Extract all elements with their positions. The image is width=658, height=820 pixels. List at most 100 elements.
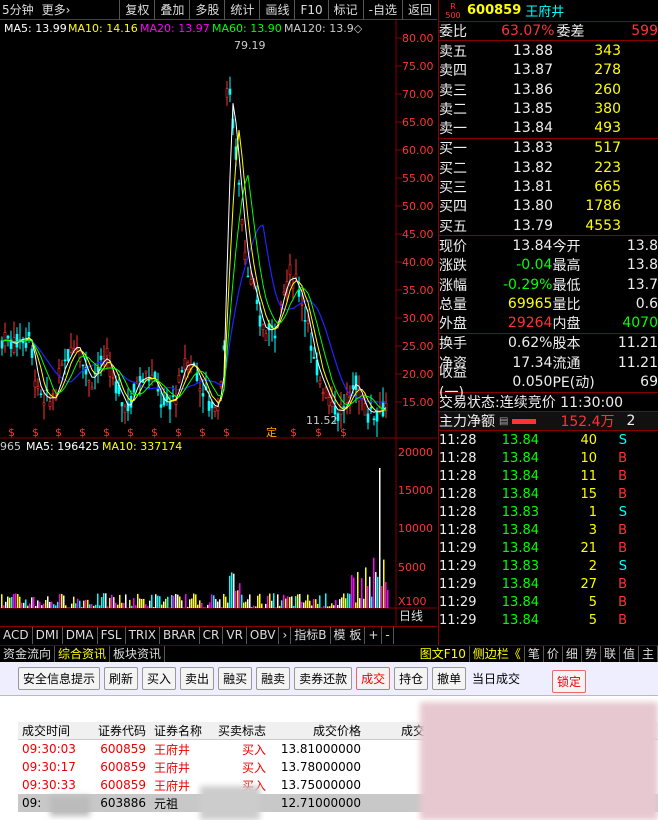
candle-body [207,400,211,411]
panel-tab-4[interactable]: 细 [563,646,582,662]
panel-tab-6[interactable]: 联 [601,646,620,662]
candle-body [342,406,346,409]
indicator-tab-12[interactable]: + [365,627,383,644]
lock-button[interactable]: 锁定 [552,670,587,693]
table-header-cell[interactable]: 证券代码 [84,722,146,739]
toolbar-btn-2[interactable]: 多股 [189,0,224,20]
indicator-tab-7[interactable]: VR [223,627,247,644]
stat-value: 13.84 [512,237,553,254]
toolbar-btn-0[interactable]: 复权 [119,0,154,20]
volume-bar [121,602,123,608]
candle-body [372,418,376,421]
tick-row: 11:29 13.84 5 B [439,611,658,629]
more-button[interactable]: 更多› [42,1,71,18]
trade-btn-4[interactable]: 融买 [218,667,253,690]
trade-status-value: 连续竞价 11:30:00 [499,394,624,411]
trade-btn-8[interactable]: 持仓 [394,667,429,690]
volume-bar [133,598,135,608]
indicator-tab-8[interactable]: OBV [247,627,280,644]
indicator-tab-2[interactable]: DMA [63,627,98,644]
trade-btn-7[interactable]: 成交 [356,667,391,690]
volume-bar [61,594,63,608]
volume-bar [315,599,317,608]
table-cell-price: 13.78000000 [280,760,361,774]
ask-price: 13.86 [512,81,553,98]
volume-bar [25,599,27,608]
indicator-tab-4[interactable]: TRIX [126,627,161,644]
panel-tab-1[interactable]: 侧边栏《 [470,646,525,662]
toolbar-btn-8[interactable]: 返回 [401,0,437,20]
toolbar-btn-1[interactable]: 叠加 [154,0,189,20]
trade-btn-3[interactable]: 卖出 [180,667,215,690]
candle-body [198,388,202,392]
volume-bar [305,600,307,608]
toolbar-btn-5[interactable]: F10 [294,0,327,20]
candle-body [78,350,82,362]
table-header-cell[interactable]: 买卖标志 [206,722,266,739]
indicator-tab-3[interactable]: FSL [98,627,126,644]
panel-tab-8[interactable]: 主 [639,646,658,662]
panel-tab-5[interactable]: 势 [582,646,601,662]
toolbar-btn-6[interactable]: 标记 [327,0,363,20]
trade-btn-6[interactable]: 卖券还款 [294,667,353,690]
info-tab-0[interactable]: 资金流向 [0,646,56,662]
volume-bar [65,605,67,608]
tick-row: 11:28 13.84 3 B [439,521,658,539]
volume-bar [353,577,355,608]
volume-bar [361,578,363,608]
stat-label: 涨跌 [439,258,467,275]
indicator-tab-0[interactable]: ACD [0,627,33,644]
indicator-tab-9[interactable]: › [279,627,292,644]
panel-tab-2[interactable]: 笔 [525,646,544,662]
panel-tab-0[interactable]: 图文F10 [417,646,470,662]
trade-btn-1[interactable]: 刷新 [104,667,139,690]
table-header-cell[interactable]: 成交时间 [18,722,84,739]
trade-btn-2[interactable]: 买入 [142,667,177,690]
volume-bar [363,598,365,608]
volume-bar [279,605,281,608]
price-axis-label: 40.00 [402,256,434,269]
candle-body [330,401,334,407]
indicator-tab-11[interactable]: 模 板 [331,627,366,644]
event-marker: $ [103,426,110,439]
stat2-label-2: 股本 [552,336,581,353]
price-axis-label: 80.00 [402,32,434,45]
trade-btn-0[interactable]: 安全信息提示 [18,667,101,690]
volume-bar [103,593,105,608]
toolbar-btn-3[interactable]: 统计 [224,0,259,20]
kline-chart[interactable]: 80.00 75.00 70.00 65.00 60.00 55.00 50.00 45.00… [0,20,437,640]
tick-side: S [618,432,627,448]
indicator-tab-1[interactable]: DMI [33,627,63,644]
trade-btn-9[interactable]: 撤单 [432,667,467,690]
stat2-label: 换手 [439,336,467,353]
info-tab-2[interactable]: 板块资讯 [110,646,166,662]
volume-bar [119,594,121,608]
ask-volume: 493 [594,120,621,137]
indicator-tab-10[interactable]: 指标B [291,627,331,644]
stat2-row: 换手 0.62% 股本 11.21 [439,334,658,353]
day-label[interactable]: 日线 [399,609,423,623]
info-tab-1[interactable]: 综合资讯 [55,646,111,662]
menu-icon[interactable]: ▤ [499,416,508,427]
toolbar-btn-7[interactable]: -自选 [362,0,402,20]
trade-btn-5[interactable]: 融卖 [256,667,291,690]
indicator-tab-5[interactable]: BRAR [160,627,200,644]
panel-tab-3[interactable]: 价 [544,646,563,662]
table-header-cell[interactable]: 证券名称 [146,722,206,739]
panel-tab-7[interactable]: 值 [620,646,639,662]
volume-bar [341,597,343,608]
candle-body [6,335,10,339]
stat2-value: 0.050 [512,373,553,390]
candle-body [264,333,268,342]
interval-label[interactable]: 5分钟 [2,1,34,18]
indicator-tab-6[interactable]: CR [200,627,224,644]
candle-body [69,346,73,353]
toolbar-btn-4[interactable]: 画线 [259,0,294,20]
indicator-tab-13[interactable]: - [382,627,394,644]
chart-toolbar: 5分钟 更多› 复权 叠加 多股 统计 画线 F10 标记 -自选 返回 [0,0,437,20]
volume-bar [177,594,179,608]
candle-body [363,403,367,416]
table-header-cell[interactable]: 成交价格 [266,722,361,739]
candle-body [3,332,7,347]
volume-bar [77,598,79,608]
